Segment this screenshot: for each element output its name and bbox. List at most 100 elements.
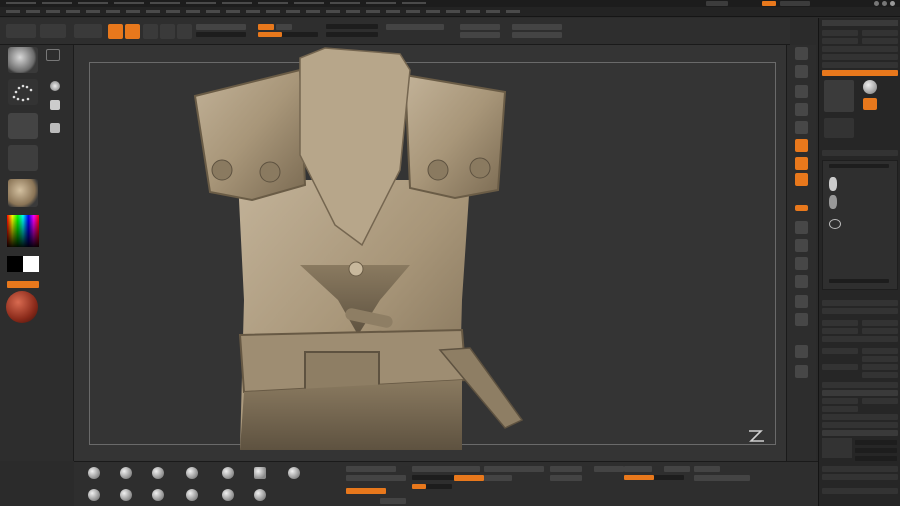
del-other-button[interactable] <box>862 364 898 370</box>
zremesher-button[interactable] <box>594 466 624 472</box>
tool-palette <box>818 18 900 506</box>
subtool-item-1-icon[interactable] <box>829 177 837 191</box>
right-shoulder-pad <box>403 73 507 200</box>
bpr-render-icon[interactable] <box>795 47 808 60</box>
activate-symmetry-button[interactable] <box>346 475 406 481</box>
remesh-button[interactable] <box>822 422 898 428</box>
polish-button[interactable] <box>346 466 396 472</box>
auto-collapse-button[interactable] <box>822 308 898 314</box>
mirror-and-weld-button[interactable] <box>412 466 480 472</box>
copy-subtool-button[interactable] <box>822 336 898 342</box>
del-all-button[interactable] <box>862 372 898 378</box>
subtool-scroll[interactable] <box>829 279 889 283</box>
merge-visible-button[interactable] <box>822 406 858 412</box>
load-tool-button[interactable] <box>822 30 858 36</box>
outer-inner-buttons[interactable] <box>822 474 898 480</box>
del-lower-button[interactable] <box>694 466 720 472</box>
mask-pen-icon[interactable] <box>186 489 198 501</box>
save-as-button[interactable] <box>862 30 898 36</box>
merge-similar-button[interactable] <box>862 398 898 404</box>
project-header[interactable] <box>822 430 898 436</box>
pinch-brush-icon[interactable] <box>152 467 164 479</box>
transp-icon[interactable] <box>795 313 808 326</box>
symmetry-x-button[interactable] <box>346 488 386 494</box>
subtool-slider[interactable] <box>829 164 889 168</box>
subtool-list[interactable] <box>822 160 898 290</box>
duplicate-button[interactable] <box>822 348 858 354</box>
clip-curve-icon[interactable] <box>254 489 266 501</box>
xyz-axis-button[interactable] <box>795 205 808 211</box>
left-shoulder-pad <box>193 68 307 202</box>
subtool-header[interactable] <box>822 150 898 156</box>
standard-brush-bottom-icon[interactable] <box>288 467 300 479</box>
zoom3d-icon[interactable] <box>795 257 808 270</box>
mean-slider[interactable] <box>855 448 897 453</box>
subtool-item-3-icon[interactable] <box>829 219 841 229</box>
rename-button[interactable] <box>822 320 858 326</box>
inflate-brush-icon[interactable] <box>120 489 132 501</box>
current-tool-thumbnail[interactable] <box>824 80 854 112</box>
leather-skirt <box>240 380 462 450</box>
projection-shell-slider[interactable] <box>822 466 898 472</box>
actual-icon[interactable] <box>795 121 808 134</box>
move-brush-bottom-icon[interactable] <box>186 467 198 479</box>
merge-down-button[interactable] <box>822 398 858 404</box>
polyframe-icon[interactable] <box>795 295 808 308</box>
move-topological-brush-icon[interactable] <box>222 467 234 479</box>
dist-slider[interactable] <box>855 440 897 445</box>
resolution-slider[interactable] <box>624 475 684 480</box>
all-low-button[interactable] <box>822 328 858 334</box>
persp-icon[interactable] <box>795 139 808 152</box>
solo-icon[interactable] <box>795 365 808 378</box>
snakehook-brush-icon[interactable] <box>254 467 266 479</box>
simplebrush-icon[interactable] <box>863 98 877 110</box>
merge-header[interactable] <box>822 390 898 396</box>
tool-palette-header <box>822 20 898 26</box>
clone-button[interactable] <box>822 54 898 60</box>
auto-groups-button[interactable] <box>550 466 582 472</box>
trim-brush-icon[interactable] <box>88 489 100 501</box>
sdiv-slider[interactable] <box>664 466 690 472</box>
ghost-icon[interactable] <box>795 345 808 358</box>
no-hidden-button[interactable] <box>380 498 406 504</box>
hpolish-brush-icon[interactable] <box>120 467 132 479</box>
delete-button[interactable] <box>822 364 858 370</box>
rotate3d-icon[interactable] <box>795 275 808 288</box>
select-rect-icon[interactable] <box>222 489 234 501</box>
floor-icon[interactable] <box>795 157 808 170</box>
sphere3d-tool-icon[interactable] <box>863 80 877 94</box>
freeze-subdivision-levels-button[interactable] <box>694 475 750 481</box>
make-polymesh-button[interactable] <box>822 62 898 68</box>
clay-buildup-brush-icon[interactable] <box>88 467 100 479</box>
list-all-button[interactable] <box>822 300 898 306</box>
star-tool-icon[interactable] <box>824 118 854 138</box>
zoom-icon[interactable] <box>795 103 808 116</box>
paste-tool-button[interactable] <box>862 38 898 44</box>
local-icon[interactable] <box>795 173 808 186</box>
split-button[interactable] <box>822 382 898 388</box>
insert-button[interactable] <box>862 356 898 362</box>
move-view-icon[interactable] <box>795 239 808 252</box>
scroll-icon[interactable] <box>795 85 808 98</box>
frame-icon[interactable] <box>795 221 808 234</box>
autoreorder-button[interactable] <box>862 320 898 326</box>
goz-button[interactable] <box>822 70 898 76</box>
dam-standard-brush-icon[interactable] <box>152 489 164 501</box>
project-all-button[interactable] <box>822 438 852 458</box>
groups-split-button[interactable] <box>550 475 582 481</box>
spix-icon[interactable] <box>795 65 808 78</box>
all-high-button[interactable] <box>862 328 898 334</box>
extract-header[interactable] <box>822 488 898 494</box>
pa-blur-slider[interactable] <box>855 456 897 461</box>
subtool-item-2-icon[interactable] <box>829 195 837 209</box>
double-button[interactable] <box>454 475 484 481</box>
project-button[interactable] <box>624 466 652 472</box>
append-button[interactable] <box>862 348 898 354</box>
right-shelf <box>786 45 816 461</box>
import-export-button[interactable] <box>822 46 898 52</box>
mirror-button[interactable] <box>484 466 544 472</box>
smt-slider[interactable] <box>412 484 452 489</box>
copy-tool-button[interactable] <box>822 38 858 44</box>
boolean-button[interactable] <box>822 414 898 420</box>
flip-button[interactable] <box>484 475 512 481</box>
